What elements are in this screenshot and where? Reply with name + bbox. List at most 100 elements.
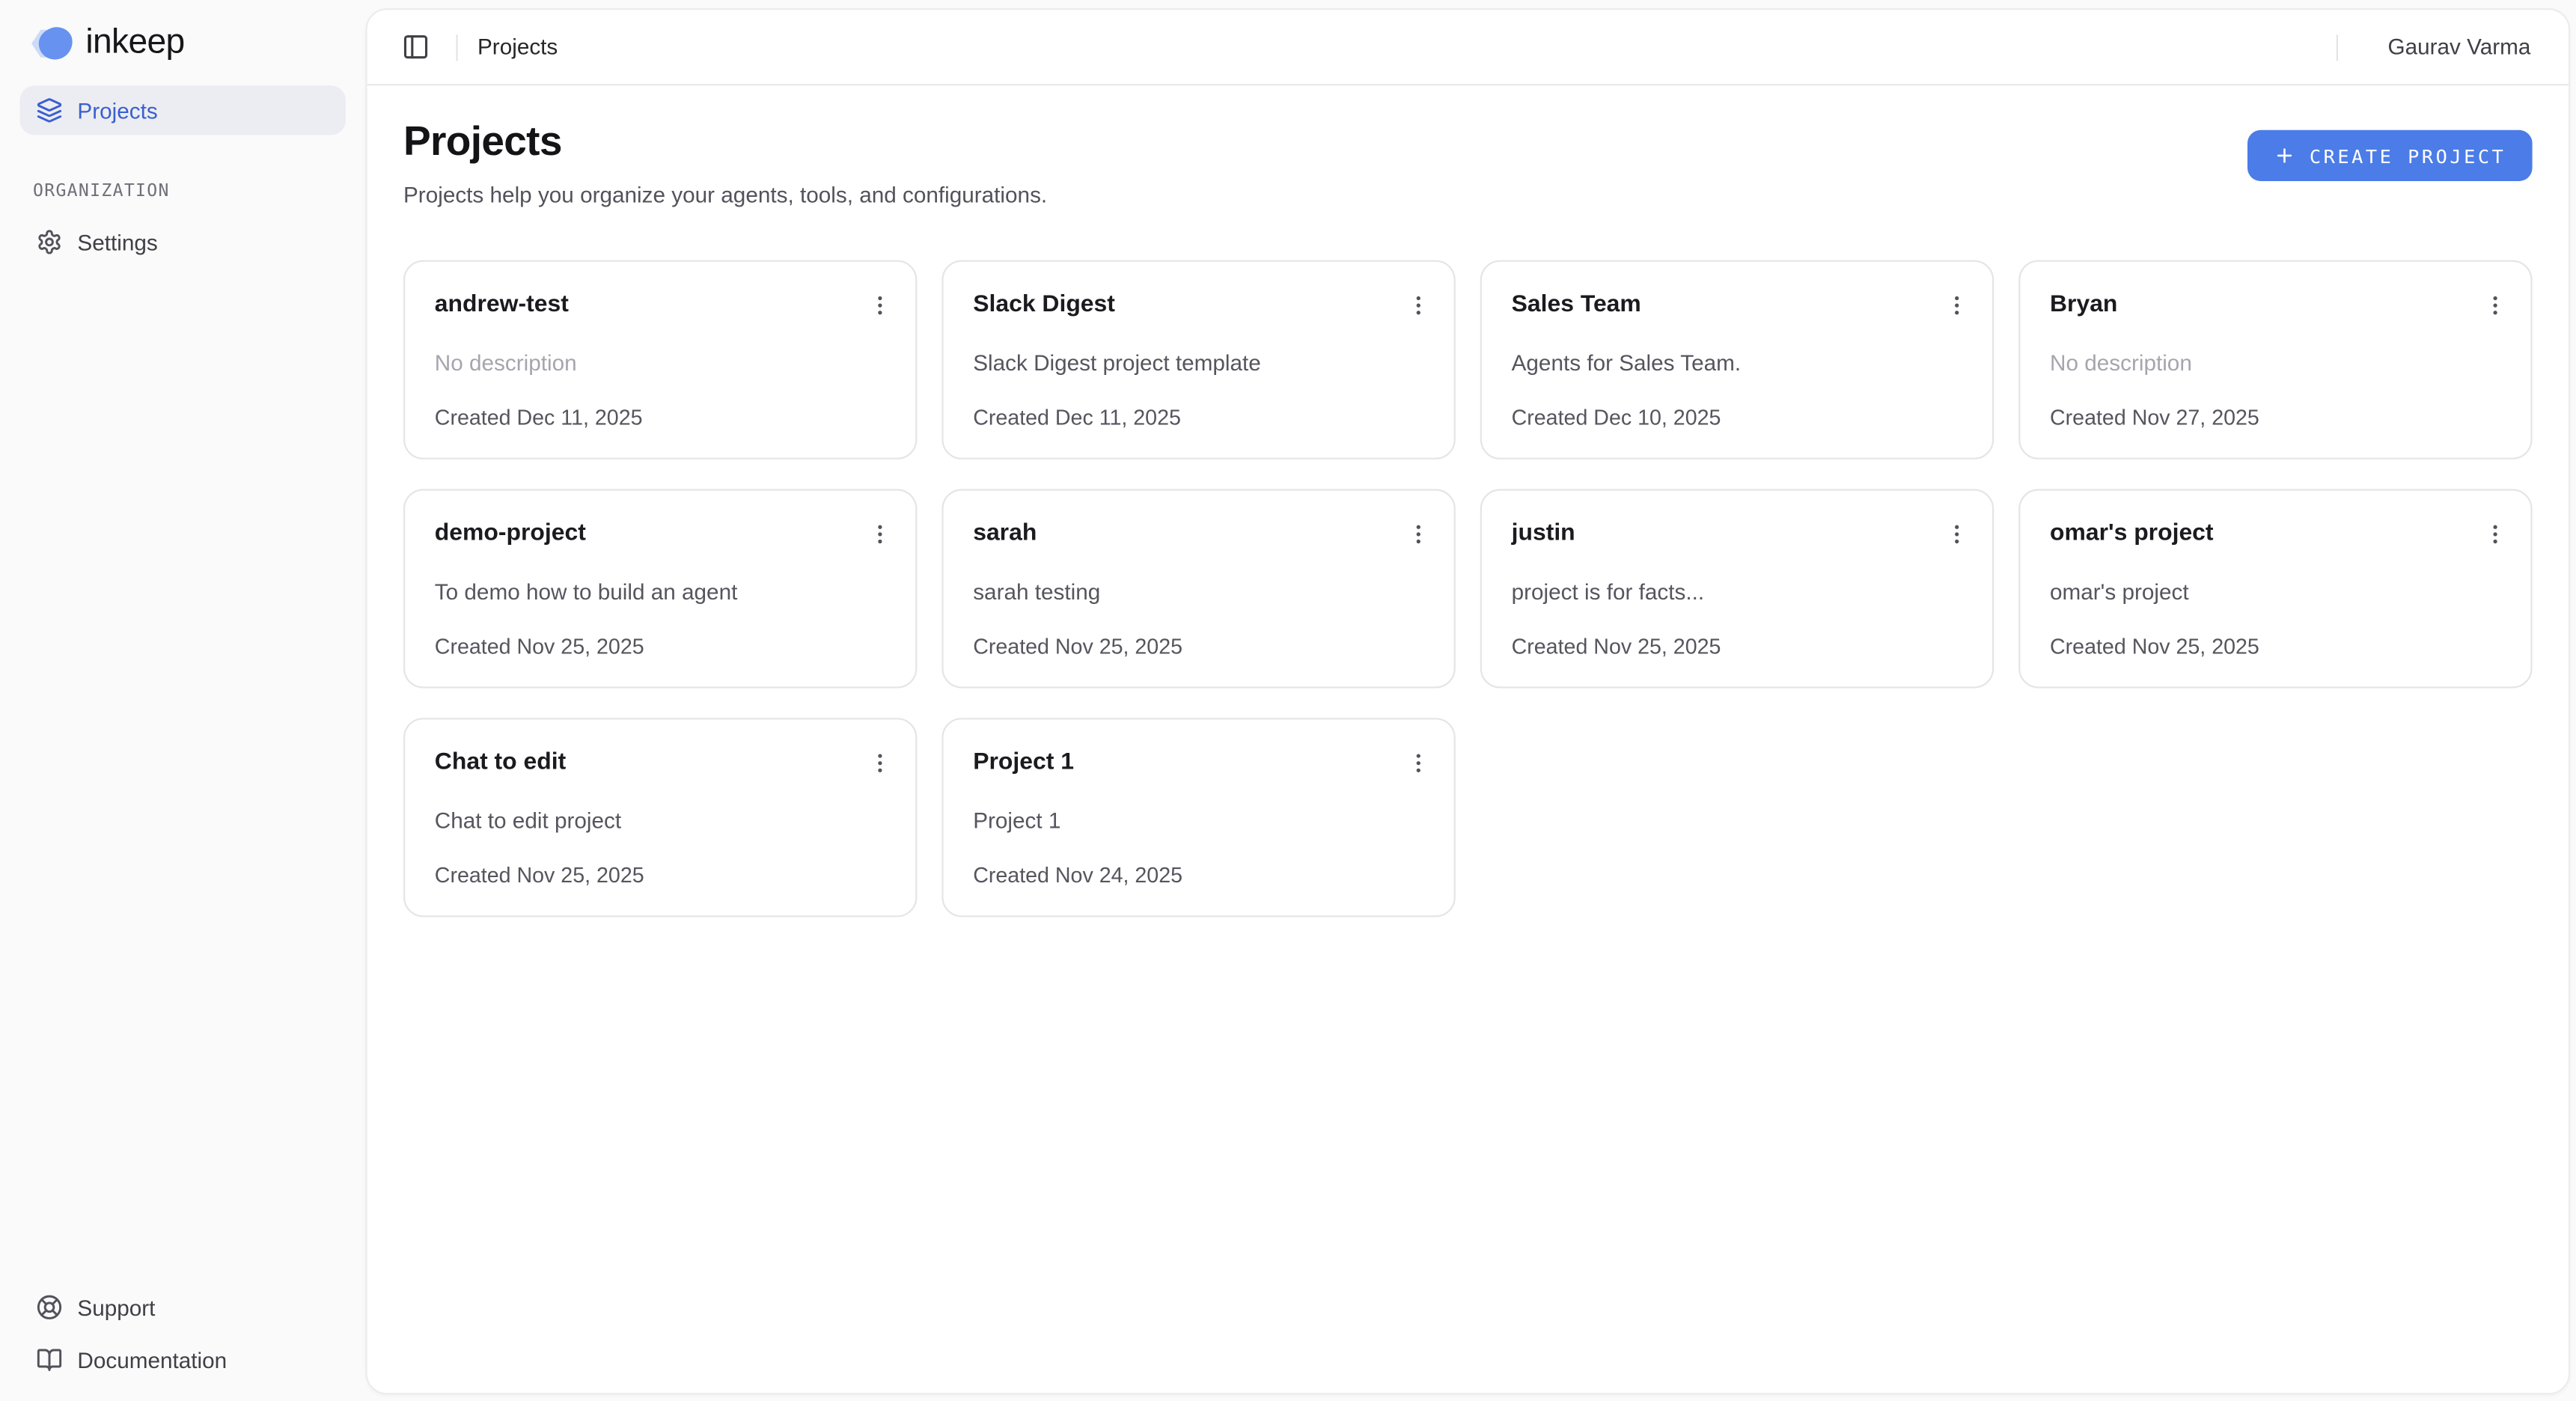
project-created-date: Created Dec 11, 2025 <box>973 403 1424 433</box>
project-card[interactable]: Project 1 Project 1 Created Nov 24, 2025 <box>941 718 1455 917</box>
project-card-header: omar's project <box>2050 517 2501 550</box>
project-created-date: Created Nov 25, 2025 <box>2050 632 2501 662</box>
project-created-date: Created Dec 11, 2025 <box>435 403 886 433</box>
project-menu-button[interactable] <box>863 288 896 321</box>
page-subtitle: Projects help you organize your agents, … <box>403 183 1047 207</box>
project-name: demo-project <box>435 517 586 550</box>
project-menu-button[interactable] <box>2478 288 2511 321</box>
kebab-menu-icon <box>1405 521 1430 546</box>
project-name: Sales Team <box>1512 288 1641 321</box>
project-created-date: Created Nov 27, 2025 <box>2050 403 2501 433</box>
project-menu-button[interactable] <box>1401 746 1434 779</box>
kebab-menu-icon <box>1944 293 1968 317</box>
project-card[interactable]: Slack Digest Slack Digest project templa… <box>941 260 1455 460</box>
project-card-header: Sales Team <box>1512 288 1963 321</box>
project-name: sarah <box>973 517 1037 550</box>
project-menu-button[interactable] <box>1401 288 1434 321</box>
project-card[interactable]: omar's project omar's project Created No… <box>2018 489 2532 688</box>
project-description: Project 1 <box>973 805 1424 837</box>
sidebar-item-label: Projects <box>77 98 157 123</box>
create-project-button-label: CREATE PROJECT <box>2310 144 2506 168</box>
project-card-header: Bryan <box>2050 288 2501 321</box>
kebab-menu-icon <box>1405 750 1430 775</box>
create-project-button[interactable]: CREATE PROJECT <box>2247 130 2532 181</box>
project-description: No description <box>435 347 886 379</box>
project-description: To demo how to build an agent <box>435 576 886 608</box>
project-menu-button[interactable] <box>1401 517 1434 550</box>
project-card[interactable]: Chat to edit Chat to edit project Create… <box>403 718 917 917</box>
project-description: No description <box>2050 347 2501 379</box>
project-description: Agents for Sales Team. <box>1512 347 1963 379</box>
projects-grid: andrew-test No description Created Dec 1… <box>403 260 2533 918</box>
sidebar: inkeep Projects ORGANIZATION Settings <box>0 0 365 1401</box>
topbar: Projects Gaurav Varma <box>367 10 2569 85</box>
project-created-date: Created Nov 25, 2025 <box>973 632 1424 662</box>
life-buoy-icon <box>36 1294 62 1320</box>
project-menu-button[interactable] <box>1940 517 1973 550</box>
gear-icon <box>36 229 62 255</box>
project-description: omar's project <box>2050 576 2501 608</box>
plus-icon <box>2273 145 2295 167</box>
project-menu-button[interactable] <box>1940 288 1973 321</box>
project-name: Project 1 <box>973 746 1074 779</box>
brand: inkeep <box>19 19 346 85</box>
kebab-menu-icon <box>2482 293 2507 317</box>
topbar-right: Gaurav Varma <box>2317 34 2544 60</box>
project-name: andrew-test <box>435 288 569 321</box>
project-created-date: Created Nov 25, 2025 <box>1512 632 1963 662</box>
sidebar-item-label: Support <box>77 1295 155 1319</box>
kebab-menu-icon <box>867 750 891 775</box>
project-card[interactable]: justin project is for facts... Created N… <box>1480 489 1994 688</box>
sidebar-item-settings[interactable]: Settings <box>19 217 346 266</box>
page-content: Projects Projects help you organize your… <box>367 85 2569 950</box>
panel-left-icon <box>401 33 429 61</box>
project-name: Bryan <box>2050 288 2117 321</box>
project-card-header: andrew-test <box>435 288 886 321</box>
inkeep-logo-icon <box>30 24 74 62</box>
kebab-menu-icon <box>1944 521 1968 546</box>
sidebar-item-documentation[interactable]: Documentation <box>19 1335 346 1385</box>
project-name: Slack Digest <box>973 288 1115 321</box>
project-menu-button[interactable] <box>863 746 896 779</box>
project-name: justin <box>1512 517 1575 550</box>
project-card[interactable]: Sales Team Agents for Sales Team. Create… <box>1480 260 1994 460</box>
project-card-header: justin <box>1512 517 1963 550</box>
sidebar-footer: Support Documentation <box>19 1283 346 1385</box>
project-card-header: demo-project <box>435 517 886 550</box>
page-header: Projects Projects help you organize your… <box>403 118 2533 207</box>
sidebar-item-label: Settings <box>77 230 157 254</box>
project-card-header: Chat to edit <box>435 746 886 779</box>
project-card-header: Project 1 <box>973 746 1424 779</box>
project-description: Chat to edit project <box>435 805 886 837</box>
project-card[interactable]: sarah sarah testing Created Nov 25, 2025 <box>941 489 1455 688</box>
project-menu-button[interactable] <box>863 517 896 550</box>
kebab-menu-icon <box>867 521 891 546</box>
breadcrumb: Projects <box>477 34 558 59</box>
project-description: project is for facts... <box>1512 576 1963 608</box>
book-open-icon <box>36 1347 62 1373</box>
project-description: Slack Digest project template <box>973 347 1424 379</box>
topbar-user-divider <box>2337 34 2338 60</box>
project-created-date: Created Nov 24, 2025 <box>973 861 1424 891</box>
brand-name: inkeep <box>85 23 184 63</box>
kebab-menu-icon <box>2482 521 2507 546</box>
kebab-menu-icon <box>1405 293 1430 317</box>
topbar-divider <box>456 34 457 60</box>
project-card[interactable]: andrew-test No description Created Dec 1… <box>403 260 917 460</box>
project-menu-button[interactable] <box>2478 517 2511 550</box>
project-card[interactable]: Bryan No description Created Nov 27, 202… <box>2018 260 2532 460</box>
sidebar-item-support[interactable]: Support <box>19 1283 346 1332</box>
sidebar-item-projects[interactable]: Projects <box>19 85 346 135</box>
sidebar-section-organization: ORGANIZATION <box>19 181 346 201</box>
project-card[interactable]: demo-project To demo how to build an age… <box>403 489 917 688</box>
main-panel: Projects Gaurav Varma Projects Projects … <box>365 8 2570 1394</box>
project-name: omar's project <box>2050 517 2214 550</box>
sidebar-item-label: Documentation <box>77 1348 227 1373</box>
project-card-header: sarah <box>973 517 1424 550</box>
user-menu[interactable]: Gaurav Varma <box>2358 34 2544 59</box>
project-created-date: Created Nov 25, 2025 <box>435 632 886 662</box>
project-description: sarah testing <box>973 576 1424 608</box>
sidebar-toggle-button[interactable] <box>394 25 436 68</box>
layers-icon <box>36 97 62 123</box>
kebab-menu-icon <box>867 293 891 317</box>
